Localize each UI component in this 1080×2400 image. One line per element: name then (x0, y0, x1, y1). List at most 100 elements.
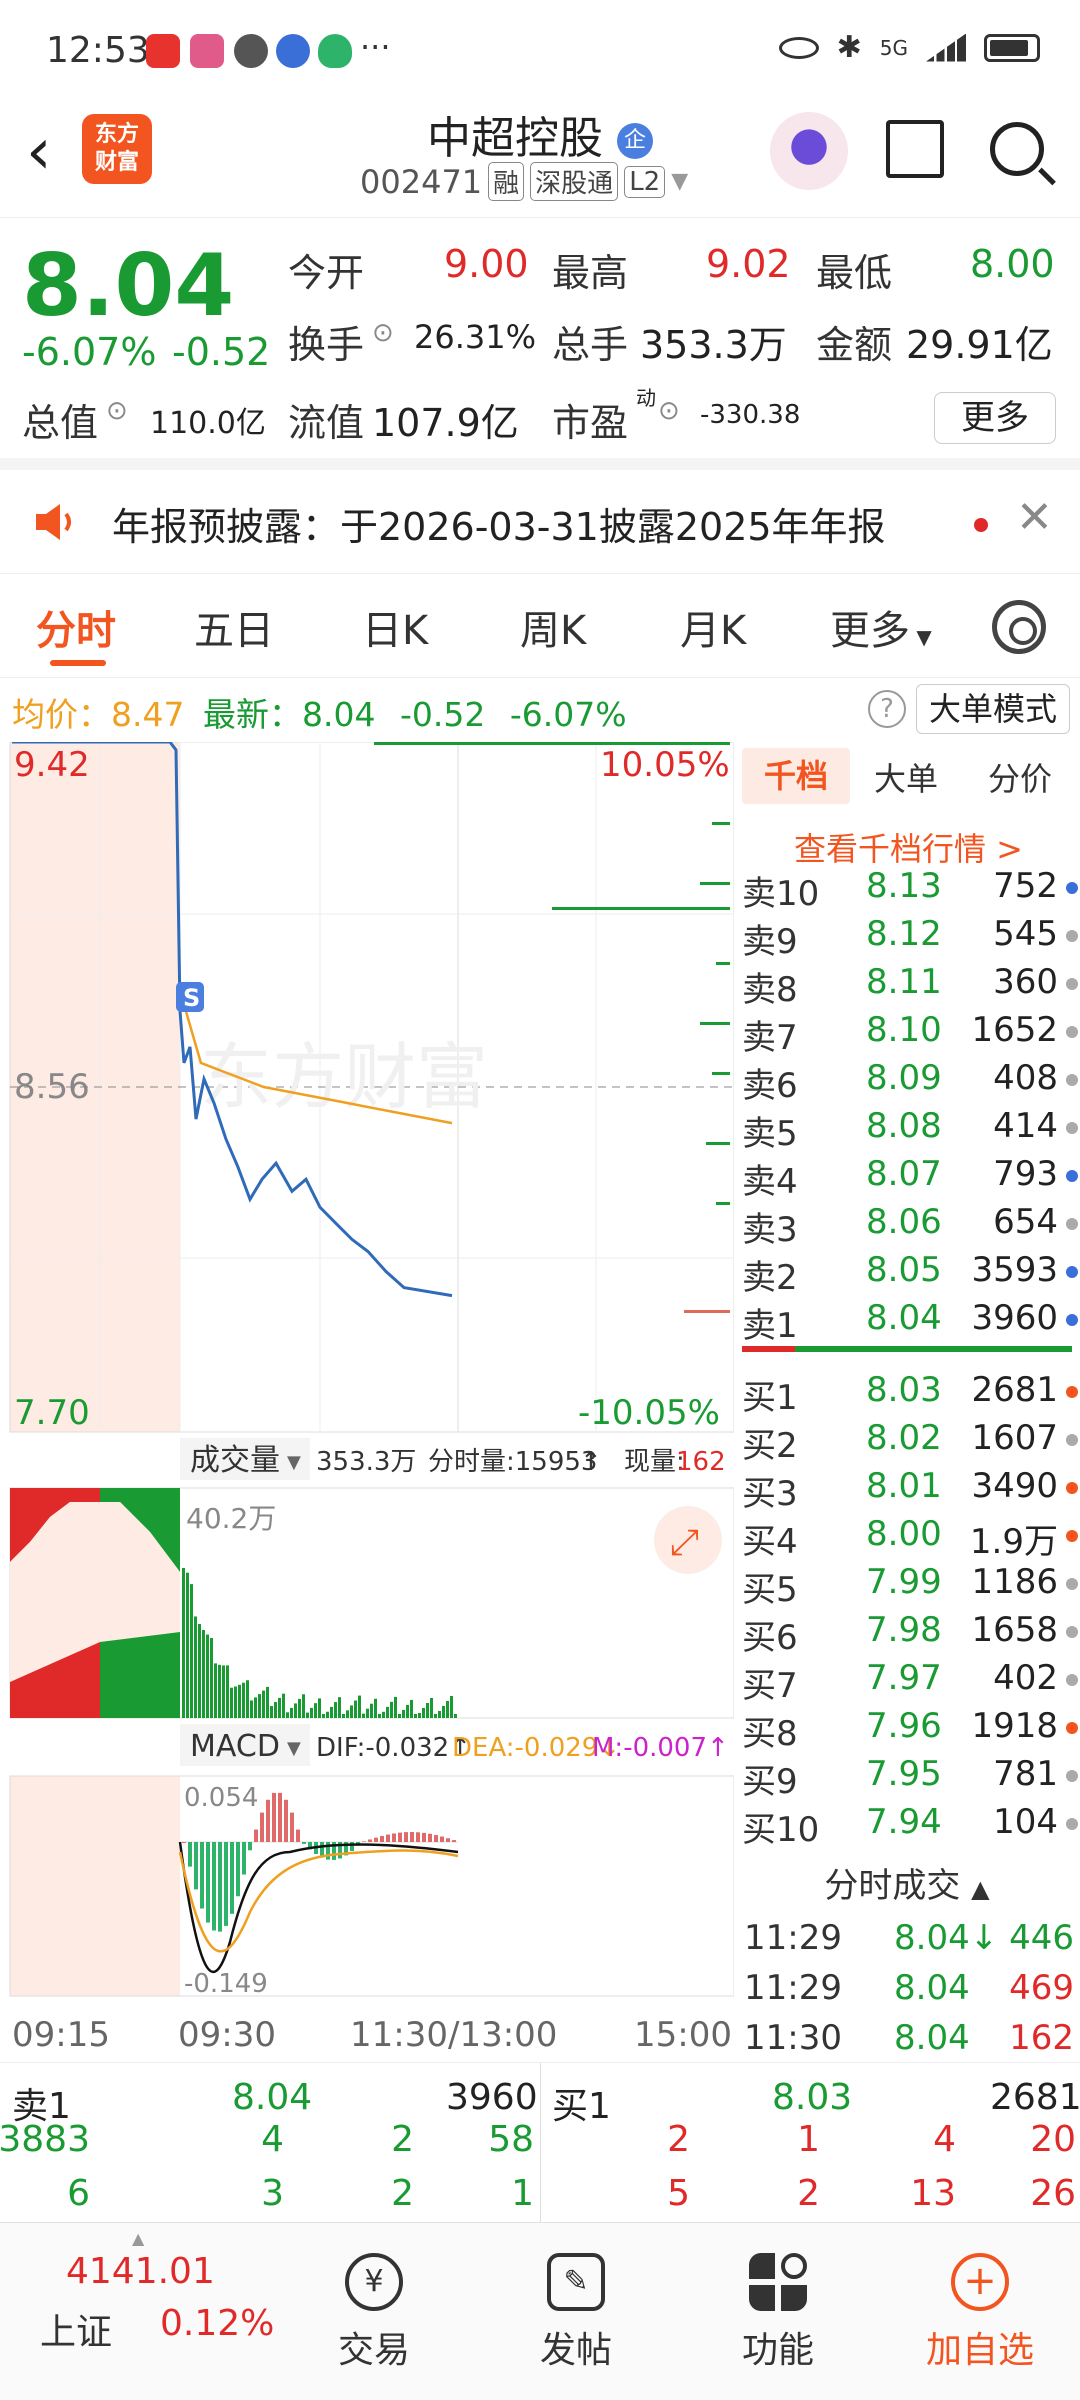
top-pct-label: 10.05% (600, 745, 730, 785)
ask-row[interactable]: 卖5 8.08 414 (742, 1106, 1080, 1154)
tab-more-label: 更多 (830, 608, 910, 654)
tab-weekly-k[interactable]: 周K (520, 598, 586, 656)
ask-row[interactable]: 卖10 8.13 752 (742, 866, 1080, 914)
volume-bar (250, 1700, 253, 1718)
nav-functions[interactable]: 功能 (718, 2253, 838, 2373)
tab-big-order[interactable]: 大单 (874, 754, 938, 800)
open-label: 今开 (288, 251, 365, 295)
bid-row[interactable]: 买3 8.01 3490 (742, 1466, 1080, 1514)
more-button[interactable]: 更多 (934, 392, 1056, 444)
bid-ask-summary[interactable]: 卖1 8.04 3960 买1 8.03 2681 3883 4 2 58 6 3 2 1 2 1… (0, 2062, 1080, 2223)
ask-dot (1066, 1218, 1078, 1230)
macd-dif: DIF:-0.032↑ (316, 1733, 471, 1763)
volume-bar (326, 1711, 329, 1718)
queue-cell: 2 (797, 2173, 820, 2214)
queue-cell: 58 (488, 2119, 534, 2160)
ask-price: 8.07 (866, 1154, 942, 1194)
trade-volume: 446 (1009, 1918, 1074, 1958)
ask-row[interactable]: 卖3 8.06 654 (742, 1202, 1080, 1250)
macd-bar (428, 1833, 432, 1842)
tab-intraday[interactable]: 分时 (36, 598, 116, 656)
help-icon[interactable]: ? (868, 690, 906, 728)
tab-price-dist[interactable]: 分价 (988, 754, 1052, 800)
tab-monthly-k[interactable]: 月K (680, 598, 746, 656)
bid-row[interactable]: 买6 7.98 1658 (742, 1610, 1080, 1658)
ask-level: 卖7 (742, 1018, 798, 1058)
tab-daily-k[interactable]: 日K (362, 598, 428, 656)
bid-dot (1066, 1482, 1078, 1494)
ask-row[interactable]: 卖2 8.05 3593 (742, 1250, 1080, 1298)
trade-price: 8.04 (894, 1968, 970, 2008)
bid-row[interactable]: 买10 7.94 104 (742, 1802, 1080, 1850)
close-icon[interactable]: ✕ (1016, 492, 1053, 543)
bid-volume: 1.9万 (969, 1522, 1058, 1562)
volume-bar (322, 1714, 325, 1718)
info-icon[interactable]: ⊙ (372, 318, 394, 348)
bid-row[interactable]: 买2 8.02 1607 (742, 1418, 1080, 1466)
nav-add-watchlist[interactable]: + 加自选 (920, 2253, 1040, 2373)
volume-bars (182, 1568, 457, 1718)
bluetooth-icon: ✱ (836, 30, 862, 65)
bid-row[interactable]: 买1 8.03 2681 (742, 1370, 1080, 1418)
tab-five-day[interactable]: 五日 (194, 598, 274, 656)
depth-link[interactable]: 查看千档行情 > (794, 824, 1023, 870)
nav-post[interactable]: ✎ 发帖 (516, 2253, 636, 2373)
macd-bar (254, 1829, 258, 1842)
ask-row[interactable]: 卖4 8.07 793 (742, 1154, 1080, 1202)
bid-row[interactable]: 买9 7.95 781 (742, 1754, 1080, 1802)
volume-bar (410, 1699, 413, 1718)
volume-bar (454, 1713, 457, 1718)
ask-row[interactable]: 卖8 8.11 360 (742, 962, 1080, 1010)
top-price-label: 9.42 (14, 745, 90, 785)
ask-level: 卖6 (742, 1066, 798, 1106)
macd-bar (260, 1812, 264, 1842)
bid-row[interactable]: 买7 7.97 402 (742, 1658, 1080, 1706)
notice-bar[interactable]: 年报预披露：于2026-03-31披露2025年年报 ✕ (0, 470, 1080, 574)
intraday-chart[interactable]: 东方财富 S 9.42 8.56 7.70 10.05% -10.05% 成交量… (0, 742, 734, 2062)
avg-value: 8.47 (111, 695, 185, 734)
queue-cell: 26 (1030, 2173, 1076, 2214)
quote-panel: 8.04 -6.07% -0.52 今开 9.00 最高 9.02 最低 8.0… (0, 218, 1080, 470)
bid-dot (1066, 1818, 1078, 1830)
ask-row[interactable]: 卖7 8.10 1652 (742, 1010, 1080, 1058)
ask-dot (1066, 930, 1078, 942)
volume-bar (282, 1693, 285, 1718)
latest-label: 最新： (202, 695, 302, 734)
nav-trade[interactable]: ¥ 交易 (314, 2253, 434, 2373)
assistant-avatar[interactable] (770, 112, 848, 190)
latest-value: 8.04 (301, 695, 376, 734)
macd-bar (434, 1835, 438, 1842)
bid-dot (1066, 1674, 1078, 1686)
gear-icon[interactable] (992, 600, 1046, 654)
bid-volume: 104 (993, 1802, 1058, 1842)
tab-depth[interactable]: 千档 (742, 748, 850, 804)
macd-bar (452, 1840, 456, 1842)
ask-volume: 3960 (971, 1298, 1058, 1338)
info-icon[interactable]: ⊙ (106, 396, 128, 426)
trade-volume: 469 (1009, 1968, 1074, 2008)
bid-price: 7.94 (866, 1802, 942, 1842)
bid-volume: 1918 (971, 1706, 1058, 1746)
trades-header[interactable]: 分时成交 ▲ (734, 1858, 1080, 1914)
bid-dot (1066, 1434, 1078, 1446)
volume-bar (198, 1624, 201, 1718)
big-order-mode-button[interactable]: 大单模式 (916, 684, 1070, 734)
bid-row[interactable]: 买4 8.00 1.9万 (742, 1514, 1080, 1562)
macd-bar (374, 1837, 378, 1842)
pe-value: -330.38 (700, 400, 801, 430)
tab-more[interactable]: 更多 ▼ (830, 598, 932, 656)
nav-add-watchlist-label: 加自选 (925, 2330, 1034, 2371)
bid-row[interactable]: 买8 7.96 1918 (742, 1706, 1080, 1754)
volume-bar (318, 1698, 321, 1718)
bid-row[interactable]: 买5 7.99 1186 (742, 1562, 1080, 1610)
ask-row[interactable]: 卖1 8.04 3960 (742, 1298, 1080, 1346)
ask-row[interactable]: 卖6 8.09 408 (742, 1058, 1080, 1106)
stock-code-row[interactable]: 002471 融 深股通 L2 ▼ (360, 162, 688, 201)
queue-cell: 1 (797, 2119, 820, 2160)
share-icon[interactable] (886, 120, 944, 178)
ask-row[interactable]: 卖9 8.12 545 (742, 914, 1080, 962)
bid-level: 买9 (742, 1762, 798, 1802)
search-icon[interactable] (990, 122, 1044, 176)
bid-price: 8.03 (866, 1370, 942, 1410)
info-icon[interactable]: ⊙ (658, 396, 680, 426)
